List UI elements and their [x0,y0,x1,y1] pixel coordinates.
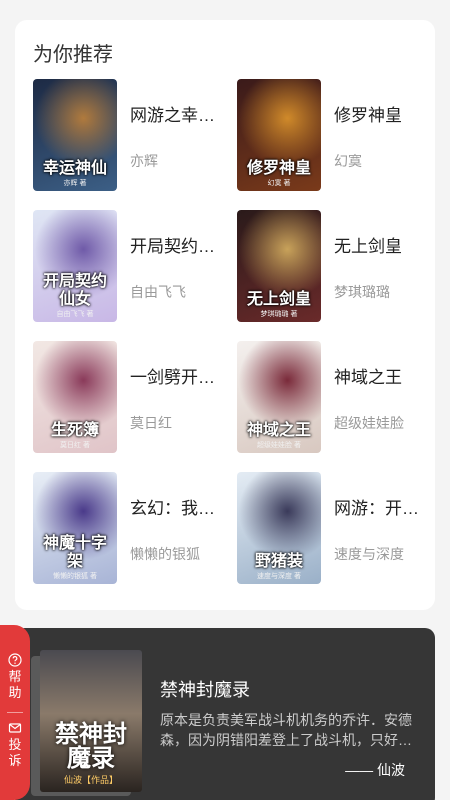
book-cover-title: 神魔十字架 [42,533,107,570]
book-cover-author: 速度与深度 著 [257,573,301,580]
book-cover-title: 幸运神仙 [42,158,107,177]
book-author: 自由飞飞 [130,284,186,300]
book-cover[interactable]: 开局契约仙女自由飞飞 著 [33,210,117,322]
featured-cover-title: 禁神封魔录 [55,719,127,772]
book-title[interactable]: 修罗神皇 [334,101,432,126]
book-cover-author: 懒懒的银狐 著 [53,573,97,580]
help-complaint-tab[interactable]: 帮助 投诉 [0,625,30,800]
book-author: 莫日红 [130,415,172,431]
help-label: 帮助 [8,669,22,700]
book-title[interactable]: 网游：开局野猪装 [334,494,432,519]
recommend-card: 为你推荐 幸运神仙亦辉 著网游之幸运神仙亦辉修罗神皇幻寞 著修罗神皇幻寞开局契约… [15,20,435,610]
mail-icon [8,723,22,733]
book-cover-author: 幻寞 著 [267,180,291,187]
section-title: 为你推荐 [33,44,113,66]
help-button[interactable]: 帮助 [4,653,26,701]
book-title[interactable]: 网游之幸运神仙 [130,101,228,126]
featured-book-description: 原本是负责美军战斗机机务的乔许．安德森，因为阴错阳差登上了战斗机，只好驾驶战斗机… [160,712,412,748]
book-cover[interactable]: 修罗神皇 幻寞 著 [237,79,321,191]
book-cover-author: 莫日红 著 [60,442,90,449]
complaint-button[interactable]: 投诉 [4,721,26,769]
book-cover[interactable]: 神魔十字架懒懒的银狐 著 [33,472,117,584]
book-cover-title: 修罗神皇 [246,158,311,177]
book-author: 幻寞 [334,153,362,169]
book-title[interactable]: 无上剑皇 [334,232,432,257]
book-cover-author: 亦辉 著 [63,180,87,187]
featured-book-cover[interactable]: 禁神封魔录 仙波【作品】 [40,650,142,792]
book-cover-title: 开局契约仙女 [42,271,107,308]
complaint-label: 投诉 [8,737,22,768]
featured-book-title[interactable]: 禁神封魔录 [160,676,250,702]
question-icon [8,653,22,667]
book-cover-title: 生死簿 [50,420,99,439]
featured-book-panel[interactable]: 禁神封魔录 仙波【作品】 禁神封魔录 原本是负责美军战斗机机务的乔许．安德森，因… [15,628,435,800]
book-item[interactable]: 幸运神仙亦辉 著网游之幸运神仙亦辉 [33,79,228,191]
help-divider [7,712,23,713]
book-author: 懒懒的银狐 [130,546,200,562]
book-item[interactable]: 神域之王 超级娃娃脸 著神域之王 超级娃娃脸 [237,341,432,453]
book-cover-title: 无上剑皇 [246,289,311,308]
book-cover-author: 梦琪璐璐 著 [260,311,298,318]
book-item[interactable]: 开局契约仙女 自由飞飞 著开局契约仙女 自由飞飞 [33,210,228,322]
featured-cover-author: 仙波【作品】 [63,775,118,785]
book-item[interactable]: 无上剑皇 梦琪璐璐 著无上剑皇 梦琪璐璐 [237,210,432,322]
book-cover[interactable]: 野猪装速度与深度 著 [237,472,321,584]
book-item[interactable]: 神魔十字架懒懒的银狐 著玄幻：我有神魔十字架懒懒的银狐 [33,472,228,584]
book-item[interactable]: 修罗神皇 幻寞 著修罗神皇 幻寞 [237,79,432,191]
book-author: 超级娃娃脸 [334,415,404,431]
book-cover[interactable]: 幸运神仙 亦辉 著 [33,79,117,191]
book-cover-author: 超级娃娃脸 著 [257,442,301,449]
book-title[interactable]: 神域之王 [334,363,432,388]
book-cover-title: 野猪装 [254,551,303,570]
book-author: 梦琪璐璐 [334,284,390,300]
book-title[interactable]: 开局契约仙女 [130,232,228,257]
book-title[interactable]: 一剑劈开天门 [130,363,228,388]
book-title[interactable]: 玄幻：我有神魔十字架 [130,494,228,519]
book-item[interactable]: 野猪装速度与深度 著网游：开局野猪装速度与深度 [237,472,432,584]
book-author: 亦辉 [130,153,158,169]
book-author: 速度与深度 [334,546,404,562]
book-cover[interactable]: 无上剑皇梦琪璐璐 著 [237,210,321,322]
book-item[interactable]: 生死簿 莫日红 著一剑劈开天门 莫日红 [33,341,228,453]
book-cover[interactable]: 神域之王超级娃娃脸 著 [237,341,321,453]
book-cover[interactable]: 生死簿 莫日红 著 [33,341,117,453]
book-cover-author: 自由飞飞 著 [56,311,94,318]
featured-book-author: —— 仙波 [345,762,405,778]
book-cover-title: 神域之王 [246,420,311,439]
